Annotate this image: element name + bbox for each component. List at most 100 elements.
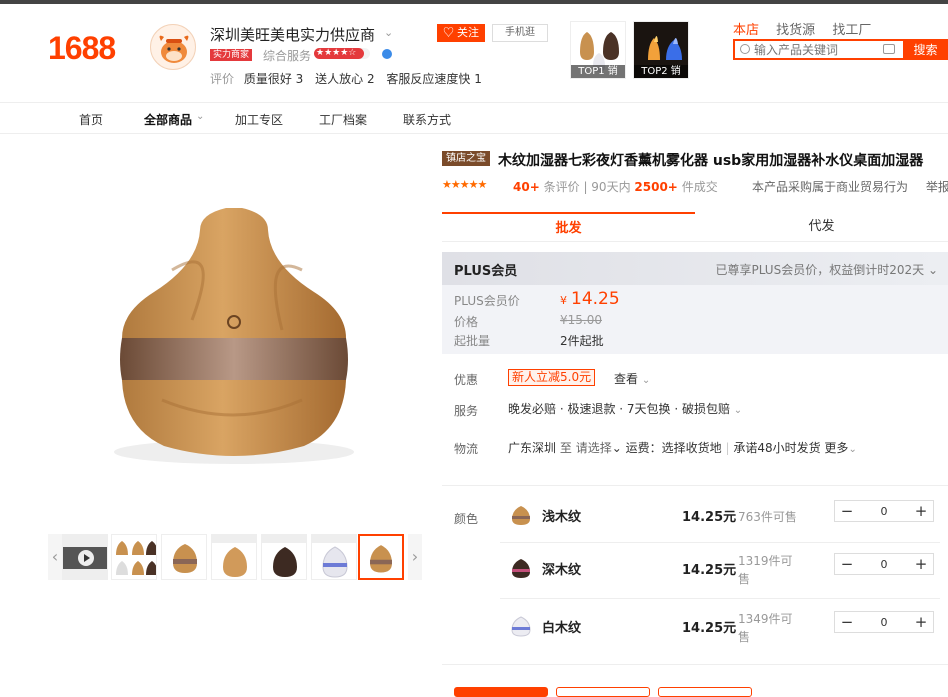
ratings-label: 评价 (210, 72, 235, 86)
moq-label: 起批量 (454, 334, 491, 348)
chevron-right-icon[interactable]: › (408, 534, 422, 580)
plus-icon[interactable]: + (909, 501, 933, 521)
sku-stock: 763件可售 (738, 510, 797, 524)
service-row-label: 服务 (454, 404, 479, 418)
ship-promise: 承诺48小时发货 (733, 441, 821, 455)
review-label: 条评价 (543, 180, 580, 194)
search-button[interactable]: 搜索 (903, 39, 948, 60)
thumbnail-light-wood[interactable] (211, 534, 257, 580)
follow-button[interactable]: ♡ 关注 (437, 24, 485, 42)
service-rating-bar: ★★★★☆ (314, 48, 370, 59)
nav-this-shop[interactable]: 本店 (733, 23, 759, 38)
rating-quality: 质量很好 3 (243, 72, 304, 86)
report-link[interactable]: 举报 (926, 180, 948, 194)
service-label: 综合服务 (263, 49, 312, 63)
plus-header: PLUS会员 已尊享PLUS会员价，权益倒计时202天 ⌄ (442, 252, 948, 285)
plus-price-panel: PLUS会员 已尊享PLUS会员价，权益倒计时202天 ⌄ PLUS会员价 ¥1… (442, 252, 948, 354)
sku-row: 深木纹 14.25元 1319件可售 − + (442, 543, 948, 597)
top-product-2[interactable]: TOP2 销 (633, 21, 689, 79)
mobile-browse-button[interactable]: 手机逛 (492, 24, 548, 42)
nav-contact[interactable]: 联系方式 (403, 111, 451, 128)
new-user-coupon[interactable]: 新人立减5.0元 (508, 369, 596, 386)
quantity-input[interactable] (861, 614, 907, 630)
rating-service: 客服反应速度快 1 (386, 72, 482, 86)
search-icon (740, 44, 750, 54)
tab-dropship[interactable]: 代发 (695, 212, 948, 242)
sku-thumbnail[interactable] (508, 502, 534, 528)
view-label: 查看 (614, 372, 639, 386)
shop-avatar[interactable] (150, 24, 196, 70)
inquiry-button[interactable] (658, 687, 752, 697)
nav-find-factory[interactable]: 找工厂 (832, 23, 871, 38)
chevron-down-icon[interactable]: ⌄ (612, 441, 622, 455)
plus-countdown[interactable]: 已尊享PLUS会员价，权益倒计时202天 ⌄ (715, 261, 938, 278)
video-thumbnail[interactable] (62, 534, 108, 580)
quantity-stepper: − + (834, 500, 934, 522)
product-title: 木纹加湿器七彩夜灯香薰机雾化器 usb家用加湿器补水仪桌面加湿器 (498, 153, 924, 169)
camera-icon[interactable] (883, 44, 895, 54)
chevron-down-icon: ⌄ (733, 405, 743, 416)
original-price: ¥15.00 (560, 313, 602, 327)
sku-price: 14.25元 (682, 563, 737, 578)
chevron-left-icon[interactable]: ‹ (48, 534, 62, 580)
freight-info[interactable]: 运费：选择收货地 (626, 441, 722, 455)
sku-price: 14.25元 (682, 510, 737, 525)
discount-label: 优惠 (454, 373, 479, 387)
plus-icon[interactable]: + (909, 554, 933, 574)
sku-price: 14.25元 (682, 621, 737, 636)
thumbnail-image[interactable] (161, 534, 207, 580)
plus-icon[interactable]: + (909, 612, 933, 632)
moq-value: 2件起批 (560, 334, 604, 348)
chevron-down-icon: ⌄ (641, 375, 651, 386)
thumbnail-selected[interactable] (358, 534, 404, 580)
more-link[interactable]: 更多 (824, 441, 848, 455)
product-stats: 40+ 条评价 | 90天内 2500+ 件成交 (513, 178, 718, 195)
sales-count: 2500+ (634, 180, 678, 194)
member-price: ¥14.25 (560, 289, 620, 309)
sku-name: 白木纹 (542, 621, 582, 636)
sku-row: 浅木纹 14.25元 763件可售 − + (442, 490, 948, 544)
thumbnail-dark-wood[interactable] (261, 534, 307, 580)
minus-icon[interactable]: − (835, 612, 859, 632)
buy-now-button[interactable] (454, 687, 548, 697)
sku-stock: 1319件可售 (738, 554, 793, 586)
view-coupons-link[interactable]: 查看 ⌄ (614, 370, 650, 387)
plus-countdown-text: 已尊享PLUS会员价，权益倒计时202天 (715, 263, 925, 277)
top-product-1[interactable]: TOP1 销 (570, 21, 626, 79)
quantity-stepper: − + (834, 553, 934, 575)
service-guarantees[interactable]: 晚发必赔 · 极速退款 · 7天包换 · 破损包赔 ⌄ (508, 400, 742, 417)
nav-factory-profile[interactable]: 工厂档案 (319, 111, 367, 128)
thumbnail-white-wood[interactable] (311, 534, 357, 580)
info-dot-icon[interactable] (382, 49, 392, 59)
thumbnail-image[interactable] (111, 534, 157, 580)
member-price-label: PLUS会员价 (454, 294, 520, 308)
main-product-image[interactable] (72, 170, 412, 490)
chevron-down-icon[interactable]: ⌄ (384, 26, 393, 39)
nav-find-source[interactable]: 找货源 (776, 23, 815, 38)
site-logo[interactable]: 1688 (48, 30, 116, 67)
nav-home[interactable]: 首页 (79, 111, 103, 128)
service-text: 晚发必赔 · 极速退款 · 7天包换 · 破损包赔 (508, 402, 730, 416)
currency-symbol: ¥ (560, 294, 567, 307)
review-stars: ★★★★★ (442, 178, 487, 191)
review-count[interactable]: 40+ (513, 180, 540, 194)
destination-select[interactable]: 请选择 (576, 441, 612, 455)
search-input[interactable] (754, 41, 879, 58)
minus-icon[interactable]: − (835, 501, 859, 521)
search-box (733, 39, 903, 60)
quantity-input[interactable] (861, 503, 907, 519)
quantity-input[interactable] (861, 556, 907, 572)
tab-wholesale[interactable]: 批发 (442, 212, 695, 242)
nav-processing[interactable]: 加工专区 (235, 111, 283, 128)
minus-icon[interactable]: − (835, 554, 859, 574)
rating-gift: 送人放心 2 (315, 72, 375, 86)
chevron-down-icon[interactable]: ⌄ (848, 444, 856, 455)
nav-all-products[interactable]: 全部商品 (144, 111, 192, 128)
chevron-down-icon[interactable]: ⌄ (196, 111, 204, 122)
sku-thumbnail[interactable] (508, 613, 534, 639)
add-to-cart-button[interactable] (556, 687, 650, 697)
sku-thumbnail[interactable] (508, 555, 534, 581)
shop-navbar: 首页 全部商品 ⌄ 加工专区 工厂档案 联系方式 (0, 102, 948, 134)
shop-name[interactable]: 深圳美旺美电实力供应商 (210, 24, 375, 45)
info-divider: | (725, 441, 730, 455)
